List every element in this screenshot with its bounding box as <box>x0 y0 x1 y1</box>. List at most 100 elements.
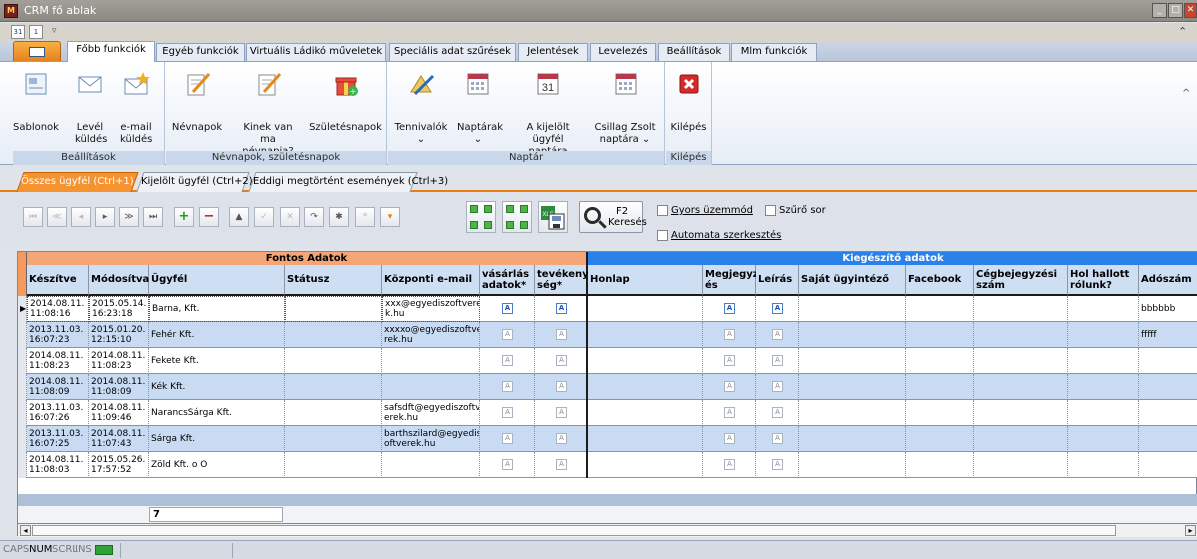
calendar-icon[interactable]: 31 <box>11 25 25 39</box>
cell-adoszam[interactable]: bbbbbb <box>1139 296 1197 322</box>
prev-record-button[interactable]: ◂ <box>71 207 91 227</box>
cell-tevekenyseg[interactable]: A <box>535 400 588 426</box>
memo-icon[interactable]: A <box>556 433 567 444</box>
cell-email[interactable]: barthszilard@egyedisz oftverek.hu <box>382 426 480 452</box>
cell-vasarlas[interactable]: A <box>480 296 535 322</box>
cell-status[interactable] <box>285 452 382 478</box>
cell-honlap[interactable] <box>588 374 703 400</box>
tab-jelentesek[interactable]: Jelentések <box>518 43 588 61</box>
cell-facebook[interactable] <box>906 374 974 400</box>
memo-icon[interactable]: A <box>772 303 783 314</box>
cell-cegbejegyzesi-szam[interactable] <box>974 426 1068 452</box>
cell-client[interactable]: Fehér Kft. <box>149 322 285 348</box>
memo-icon[interactable]: A <box>502 459 513 470</box>
szuletesnapok-button[interactable]: + Születésnapok <box>308 62 383 151</box>
cell-honlap[interactable] <box>588 296 703 322</box>
edit-record-button[interactable]: ▲ <box>229 207 249 227</box>
cell-status[interactable] <box>285 322 382 348</box>
cell-vasarlas[interactable]: A <box>480 400 535 426</box>
minimize-button[interactable]: _ <box>1152 3 1167 18</box>
memo-icon[interactable]: A <box>556 303 567 314</box>
cell-vasarlas[interactable]: A <box>480 452 535 478</box>
cell-modified[interactable]: 2014.08.11. 11:08:09 <box>89 374 149 400</box>
cell-sajat-ugyintezo[interactable] <box>799 426 906 452</box>
cell-adoszam[interactable] <box>1139 348 1197 374</box>
filter-button[interactable]: ▾ <box>380 207 400 227</box>
memo-icon[interactable]: A <box>724 355 735 366</box>
gyors-uzemmod-label[interactable]: Gyors üzemmód <box>671 205 753 216</box>
row-indicator[interactable] <box>18 348 27 374</box>
cell-hol-hallott[interactable] <box>1068 400 1139 426</box>
cell-sajat-ugyintezo[interactable] <box>799 452 906 478</box>
cell-email[interactable]: safsdft@egyediszoftv erek.hu <box>382 400 480 426</box>
tab-kijelolt-ugyfel[interactable]: Kijelölt ügyfél (Ctrl+2) <box>136 172 253 192</box>
cell-hol-hallott[interactable] <box>1068 426 1139 452</box>
search-button[interactable]: F2 Keresés <box>579 201 647 233</box>
collapse-all-button[interactable] <box>502 201 532 233</box>
memo-icon[interactable]: A <box>502 303 513 314</box>
cell-megjegyzes[interactable]: A <box>703 452 756 478</box>
memo-icon[interactable]: A <box>502 407 513 418</box>
cell-facebook[interactable] <box>906 426 974 452</box>
email-kuldes-button[interactable]: e-mail küldés <box>116 62 156 151</box>
cell-client[interactable]: NarancsSárga Kft. <box>149 400 285 426</box>
tennivalok-button[interactable]: Tennivalók ⌄ <box>388 62 453 151</box>
first-record-button[interactable]: ⏮ <box>23 207 43 227</box>
cell-cegbejegyzesi-szam[interactable] <box>974 322 1068 348</box>
cell-status[interactable] <box>285 426 382 452</box>
cell-leiras[interactable]: A <box>756 452 799 478</box>
cell-adoszam[interactable] <box>1139 426 1197 452</box>
close-button[interactable]: ✕ <box>1184 3 1197 18</box>
memo-icon[interactable]: A <box>724 381 735 392</box>
memo-icon[interactable]: A <box>724 459 735 470</box>
memo-icon[interactable]: A <box>724 433 735 444</box>
cell-cegbejegyzesi-szam[interactable] <box>974 400 1068 426</box>
col-ugyfel[interactable]: Ügyfél <box>149 265 285 296</box>
cell-modified[interactable]: 2015.01.20. 12:15:10 <box>89 322 149 348</box>
cell-megjegyzes[interactable]: A <box>703 374 756 400</box>
memo-icon[interactable]: A <box>556 459 567 470</box>
col-sajat-ugyintezo[interactable]: Saját ügyintéző <box>799 265 906 296</box>
table-row[interactable]: ▶ 2014.08.11. 11:08:16 2015.05.14. 16:23:1… <box>18 296 1197 322</box>
row-indicator[interactable] <box>18 426 27 452</box>
tab-virtualis-ladiko[interactable]: Virtuális Ládikó műveletek <box>246 43 386 61</box>
cell-hol-hallott[interactable] <box>1068 296 1139 322</box>
cell-leiras[interactable]: A <box>756 374 799 400</box>
cell-facebook[interactable] <box>906 322 974 348</box>
cell-sajat-ugyintezo[interactable] <box>799 296 906 322</box>
row-indicator[interactable] <box>18 452 27 478</box>
cell-honlap[interactable] <box>588 322 703 348</box>
cell-modified[interactable]: 2015.05.26. 17:57:52 <box>89 452 149 478</box>
col-cegbejegyzesi-szam[interactable]: Cégbejegyzési szám <box>974 265 1068 296</box>
table-row[interactable]: 2014.08.11. 11:08:09 2014.08.11. 11:08:09… <box>18 374 1197 400</box>
automata-szerkesztes-checkbox[interactable] <box>657 230 668 241</box>
cell-leiras[interactable]: A <box>756 426 799 452</box>
memo-icon[interactable]: A <box>556 381 567 392</box>
cell-facebook[interactable] <box>906 400 974 426</box>
cell-email[interactable]: xxxxo@egyediszoftve rek.hu <box>382 322 480 348</box>
col-leiras[interactable]: Leírás <box>756 265 799 296</box>
memo-icon[interactable]: A <box>724 329 735 340</box>
application-menu-button[interactable] <box>13 41 61 61</box>
kinek-van-nevnapja-button[interactable]: Kinek van ma névnapja? <box>228 62 308 157</box>
cell-adoszam[interactable]: fffff <box>1139 322 1197 348</box>
add-record-button[interactable]: + <box>174 207 194 227</box>
col-kozponti-email[interactable]: Központi e-mail <box>382 265 480 296</box>
tab-eddigi-esemenyek[interactable]: Eddigi megtörtént események (Ctrl+3) <box>248 172 448 192</box>
memo-icon[interactable]: A <box>502 355 513 366</box>
cell-email[interactable]: xxx@egyediszoftvere k.hu <box>382 296 480 322</box>
cell-adoszam[interactable] <box>1139 400 1197 426</box>
cell-email[interactable] <box>382 452 480 478</box>
delete-record-button[interactable]: − <box>199 207 219 227</box>
bookmark-button[interactable]: ✱ <box>329 207 349 227</box>
table-row[interactable]: 2013.11.03. 16:07:23 2015.01.20. 12:15:10… <box>18 322 1197 348</box>
cell-tevekenyseg[interactable]: A <box>535 348 588 374</box>
memo-icon[interactable]: A <box>772 329 783 340</box>
kijelolt-ugyfel-naptara-button[interactable]: 31 A kijelölt ügyfél naptára <box>503 62 593 157</box>
cell-created[interactable]: 2014.08.11. 11:08:23 <box>27 348 89 374</box>
table-row[interactable]: 2014.08.11. 11:08:23 2014.08.11. 11:08:23… <box>18 348 1197 374</box>
col-adoszam[interactable]: Adószám <box>1139 265 1197 296</box>
row-indicator[interactable] <box>18 400 27 426</box>
memo-icon[interactable]: A <box>502 381 513 392</box>
row-indicator[interactable] <box>18 374 27 400</box>
